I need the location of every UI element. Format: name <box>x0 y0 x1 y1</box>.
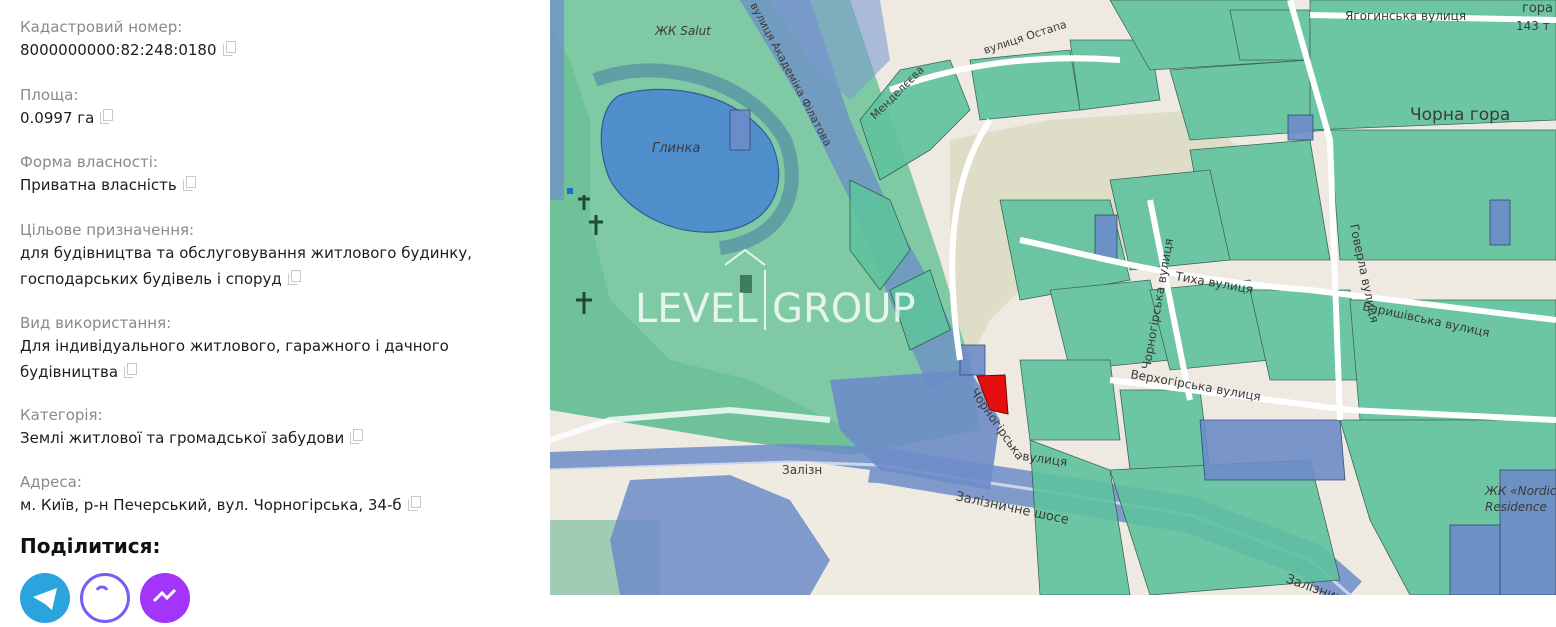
category-field: Категорія: Землі житлової та громадської… <box>20 405 364 452</box>
area-value: 0.0997 га <box>20 109 95 127</box>
ownership-field: Форма власності: Приватна власність <box>20 152 196 199</box>
copy-icon[interactable] <box>350 426 364 452</box>
parcel-details-panel: Кадастровий номер: 8000000000:82:248:018… <box>0 0 550 623</box>
copy-icon[interactable] <box>407 493 421 519</box>
map-label: ЖК «Nordic <box>1484 484 1556 498</box>
map-label: Глинка <box>652 141 700 156</box>
category-label: Категорія: <box>20 406 103 424</box>
map-label: ЖК Salut <box>654 24 712 38</box>
telegram-icon <box>33 588 57 610</box>
cadastral-value: 8000000000:82:248:0180 <box>20 41 217 59</box>
map-marker-icon <box>567 188 573 194</box>
purpose-value-line2: господарських будівель і споруд <box>20 270 282 288</box>
copy-icon[interactable] <box>124 360 138 386</box>
telegram-share-button[interactable] <box>20 573 70 623</box>
ownership-label: Форма власності: <box>20 153 158 171</box>
copy-icon[interactable] <box>222 38 236 64</box>
map-canvas[interactable]: ЖК Salut Глинка вулиця Академіка Філатов… <box>550 0 1556 595</box>
map-label: 143 т <box>1516 19 1550 33</box>
purpose-label: Цільове призначення: <box>20 221 195 239</box>
usage-value-line2: будівництва <box>20 363 119 381</box>
usage-value-line1: Для індивідуального житлового, гаражного… <box>20 337 449 355</box>
usage-field: Вид використання: Для індивідуального жи… <box>20 313 449 386</box>
copy-icon[interactable] <box>287 267 301 293</box>
map-label: Залізн <box>782 463 822 477</box>
viber-share-button[interactable] <box>80 573 130 623</box>
cadastral-label: Кадастровий номер: <box>20 18 183 36</box>
copy-icon[interactable] <box>100 106 114 132</box>
purpose-field: Цільове призначення: для будівництва та … <box>20 220 472 293</box>
map-label: Residence <box>1485 500 1547 514</box>
map-label: Ягогинська вулиця <box>1345 9 1466 23</box>
watermark-group: GROUP <box>772 286 916 332</box>
category-value: Землі житлової та громадської забудови <box>20 429 345 447</box>
purpose-value-line1: для будівництва та обслуговування житлов… <box>20 244 472 262</box>
viber-icon <box>95 585 109 591</box>
map-label: Чорна гора <box>1410 105 1510 125</box>
messenger-icon <box>152 588 177 603</box>
share-title: Поділитися: <box>20 534 161 558</box>
address-field: Адреса: м. Київ, р-н Печерський, вул. Чо… <box>20 472 421 519</box>
map-label: гора <box>1522 1 1553 16</box>
watermark-level: LEVEL <box>635 286 758 332</box>
ownership-value: Приватна власність <box>20 176 177 194</box>
cadastral-map[interactable]: ЖК Salut Глинка вулиця Академіка Філатов… <box>550 0 1556 595</box>
address-label: Адреса: <box>20 473 82 491</box>
cadastral-field: Кадастровий номер: 8000000000:82:248:018… <box>20 17 236 64</box>
copy-icon[interactable] <box>182 173 196 199</box>
address-value: м. Київ, р-н Печерський, вул. Чорногірсь… <box>20 496 402 514</box>
area-label: Площа: <box>20 86 79 104</box>
messenger-share-button[interactable] <box>140 573 190 623</box>
area-field: Площа: 0.0997 га <box>20 85 114 132</box>
usage-label: Вид використання: <box>20 314 172 332</box>
